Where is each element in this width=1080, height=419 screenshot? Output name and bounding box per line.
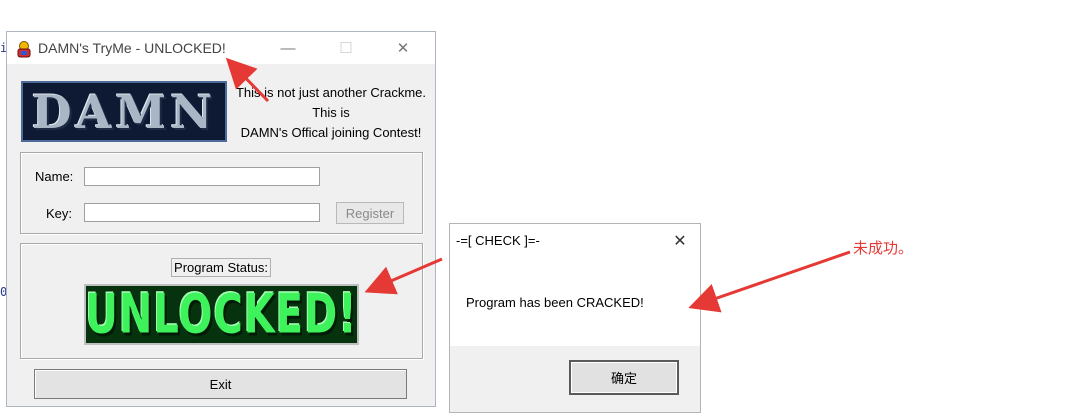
arrow-to-status [364,257,443,295]
arrow-to-title [225,57,270,103]
annotation-arrows [225,57,851,313]
arrow-to-dialog [688,250,851,313]
